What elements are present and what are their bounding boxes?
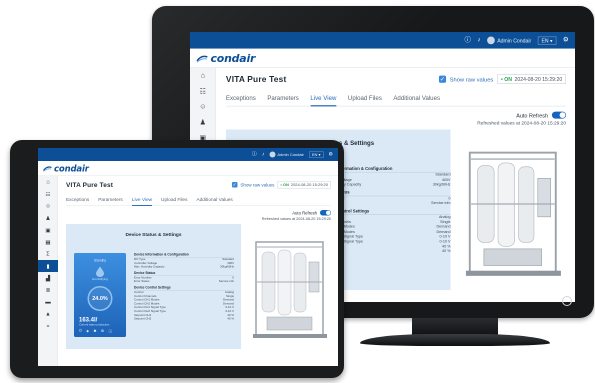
info-row: Setpoint CH240 % xyxy=(134,317,234,321)
auto-refresh-toggle[interactable] xyxy=(551,111,567,119)
water-drop-icon xyxy=(96,266,104,277)
auto-refresh-label: Auto Refresh xyxy=(292,210,317,216)
auto-refresh: Auto Refresh Refreshed values at 2024-08… xyxy=(477,111,567,126)
auto-refresh-toggle[interactable] xyxy=(320,210,331,216)
info-icon[interactable]: ⓘ xyxy=(252,151,257,158)
tab-bar: Exceptions Parameters Live View Upload F… xyxy=(66,195,331,206)
info-icon[interactable]: ⓘ xyxy=(464,36,470,45)
nav-list-icon[interactable]: ≣ xyxy=(38,284,58,296)
user-menu[interactable]: Admin Condair xyxy=(269,151,304,158)
info-title: Device Control Settings xyxy=(134,286,234,291)
nav-user-icon[interactable]: ♟ xyxy=(190,114,216,129)
avatar xyxy=(486,36,495,45)
nav-grid-icon[interactable]: ▦ xyxy=(38,236,58,248)
humidity-gauge: 24.0% xyxy=(87,286,113,311)
tablet-screen: ⓘ ♪ Admin Condair EN ▾ ⚙ condair ⌂ ☷ ☺ ♟… xyxy=(38,148,338,366)
info-title: Device Information & Configuration xyxy=(134,253,234,258)
tab-exceptions[interactable]: Exceptions xyxy=(66,195,89,206)
humidifier-unit-image xyxy=(465,151,561,276)
avatar xyxy=(269,151,276,158)
logo-bar: condair xyxy=(38,161,338,176)
raw-values-checkbox[interactable]: ✓ xyxy=(438,75,446,83)
nav-user-icon[interactable]: ♟ xyxy=(38,212,58,224)
device-status-panel: Device Status & Settings Standby Humidif… xyxy=(66,224,241,349)
refreshed-timestamp: Refreshed values at 2024-08-20 15:29:20 xyxy=(261,216,331,222)
humidifier-unit-image xyxy=(253,241,327,338)
info-row: Max. Humidity Capacity30kg/60Hz xyxy=(134,265,234,269)
tab-upload-files[interactable]: Upload Files xyxy=(161,195,187,206)
power-icon[interactable]: ⏻ xyxy=(79,329,82,334)
tab-bar: Exceptions Parameters Live View Upload F… xyxy=(225,92,567,107)
condair-logo[interactable]: condair xyxy=(43,164,89,174)
product-scene: ⓘ ♪ Admin Condair EN ▾ ⚙ condair ⌂ ☷ ☺ ♟… xyxy=(0,0,595,383)
refreshed-timestamp: Refreshed values at 2024-08-20 15:29:20 xyxy=(477,119,567,126)
status-badge: • ON 2024-08-20 15:29:20 xyxy=(497,74,567,84)
language-select[interactable]: EN ▾ xyxy=(537,36,557,45)
drop-icon[interactable]: ◈ xyxy=(86,329,89,334)
device-info: Device Information & Configuration RO Ty… xyxy=(134,253,234,323)
swoosh-icon xyxy=(196,55,208,63)
nav-group-icon[interactable]: ☷ xyxy=(190,83,216,98)
nav-home-icon[interactable]: ⌂ xyxy=(38,176,58,188)
nav-group-icon[interactable]: ☷ xyxy=(38,188,58,200)
gauge-value: 24.0% xyxy=(92,295,108,302)
device-state: Humidifying xyxy=(92,278,108,281)
panel-title: Device Status & Settings xyxy=(125,232,182,238)
device-status-card: Standby Humidifying 24.0% 163.4l/ Curren… xyxy=(74,253,126,337)
nav-home-icon[interactable]: ⌂ xyxy=(190,68,216,83)
tab-live-view[interactable]: Live View xyxy=(131,195,153,206)
logo-bar: condair xyxy=(190,48,575,68)
monitor-stand xyxy=(360,318,550,348)
gear-icon[interactable]: ⚙ xyxy=(563,36,569,45)
info-title: Device Status xyxy=(134,271,234,276)
gear-icon[interactable]: ⚙ xyxy=(101,329,104,334)
status-badge: • ON 2024-08-20 15:29:20 xyxy=(277,181,331,189)
swoosh-icon xyxy=(43,166,52,172)
info-row: Error StatusService info xyxy=(134,280,234,284)
tab-additional-values[interactable]: Additional Values xyxy=(196,195,232,206)
show-raw-values[interactable]: ✓ Show raw values • ON 2024-08-20 15:29:2… xyxy=(438,74,567,84)
logo-text: condair xyxy=(54,164,89,174)
logo-text: condair xyxy=(210,52,256,66)
tab-parameters[interactable]: Parameters xyxy=(98,195,123,206)
app-window: ⓘ ♪ Admin Condair EN ▾ ⚙ condair ⌂ ☷ ☺ ♟… xyxy=(38,148,338,366)
nav-sigma-icon[interactable]: Σ xyxy=(38,248,58,260)
nav-expand-icon[interactable]: » xyxy=(38,320,58,332)
auto-refresh-label: Auto Refresh xyxy=(516,111,549,119)
tab-exceptions[interactable]: Exceptions xyxy=(226,92,256,106)
bell-icon[interactable]: ♪ xyxy=(477,36,480,45)
raw-values-label: Show raw values xyxy=(449,75,494,83)
tab-additional-values[interactable]: Additional Values xyxy=(393,92,440,106)
tab-upload-files[interactable]: Upload Files xyxy=(348,92,382,106)
auto-refresh: Auto Refresh Refreshed values at 2024-08… xyxy=(262,210,331,221)
bell-icon[interactable]: ♪ xyxy=(262,151,265,158)
nav-building-icon[interactable]: ▣ xyxy=(38,224,58,236)
top-bar: ⓘ ♪ Admin Condair EN ▾ ⚙ xyxy=(190,32,575,49)
user-menu[interactable]: Admin Condair xyxy=(486,36,531,45)
show-raw-values[interactable]: ✓ Show raw values • ON 2024-08-20 15:29:2… xyxy=(231,181,331,189)
raw-values-checkbox[interactable]: ✓ xyxy=(231,182,238,188)
tab-live-view[interactable]: Live View xyxy=(310,92,337,107)
water-production-label: Current water production xyxy=(79,323,110,327)
side-nav: ⌂ ☷ ☺ ♟ ▣ ▦ Σ ▮ ▟ ≣ ▬ ▲ » xyxy=(38,176,58,366)
raw-values-label: Show raw values xyxy=(240,182,275,188)
condair-logo[interactable]: condair xyxy=(196,52,256,66)
nav-alert-icon[interactable]: ▲ xyxy=(38,308,58,320)
info-icon[interactable]: ⓘ xyxy=(109,329,113,334)
nav-device-icon[interactable]: ▮ xyxy=(38,260,58,272)
language-select[interactable]: EN ▾ xyxy=(308,151,324,158)
water-production-value: 163.4l/ xyxy=(79,316,98,323)
tab-parameters[interactable]: Parameters xyxy=(267,92,299,106)
fan-icon[interactable]: ✱ xyxy=(93,329,96,334)
nav-users-icon[interactable]: ☺ xyxy=(38,200,58,212)
power-icon[interactable] xyxy=(562,296,572,306)
gear-icon[interactable]: ⚙ xyxy=(329,151,333,158)
device-icons: ⏻ ◈ ✱ ⚙ ⓘ xyxy=(79,329,112,334)
nav-chart-icon[interactable]: ▟ xyxy=(38,272,58,284)
nav-truck-icon[interactable]: ▬ xyxy=(38,296,58,308)
nav-users-icon[interactable]: ☺ xyxy=(190,99,216,114)
top-bar: ⓘ ♪ Admin Condair EN ▾ ⚙ xyxy=(38,148,338,161)
device-mode: Standby xyxy=(94,259,106,263)
